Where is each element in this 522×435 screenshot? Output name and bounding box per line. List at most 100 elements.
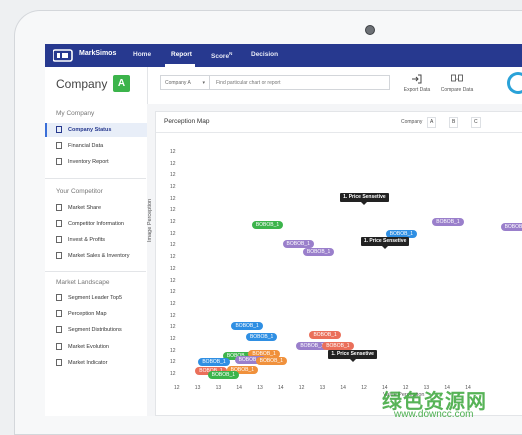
y-tick-label: 12	[170, 324, 176, 331]
sidebar-item-market-sales-inventory[interactable]: Market Sales & Inventory	[45, 249, 146, 263]
y-tick-label: 12	[170, 254, 176, 261]
toolbar: Company A ▾ Export Data vs Compare Data	[147, 67, 522, 105]
company-header: Company A	[45, 67, 148, 105]
sidebar-item-label: Perception Map	[68, 311, 107, 317]
x-tick-label: 13	[194, 385, 201, 391]
nav-report[interactable]: Report	[171, 51, 192, 58]
sidebar-item-label: Company Status	[68, 127, 112, 133]
export-data-button[interactable]: Export Data	[398, 72, 436, 100]
chevron-down-icon: ▾	[202, 80, 205, 86]
sidebar-item-market-evolution[interactable]: Market Evolution	[45, 340, 146, 354]
compare-data-button[interactable]: vs Compare Data	[438, 72, 476, 100]
svg-text:vs: vs	[456, 77, 460, 81]
perception-map-panel: Perception Map Company A B C Image Perce…	[147, 111, 522, 416]
scatter-plot: Image Perception Value Perception 12 12 12…	[147, 132, 522, 416]
sidebar-item-label: Market Share	[68, 205, 102, 211]
y-tick-label: 12	[170, 195, 176, 202]
document-icon	[56, 204, 62, 211]
sidebar-item-label: Financial Data	[68, 143, 104, 149]
data-point-chip[interactable]: BOBOB_1	[282, 239, 314, 248]
data-point-chip[interactable]: BOBOB_1	[309, 331, 341, 340]
data-point-chip[interactable]: BOBOB_1	[255, 357, 287, 366]
data-point-chip[interactable]: BOBOB_1	[322, 341, 354, 350]
nav-score-label: Score	[211, 53, 230, 61]
document-icon	[56, 359, 62, 366]
legend-item-c[interactable]: C	[471, 117, 481, 128]
data-point-chip[interactable]: BOBOB_1	[198, 358, 230, 367]
document-icon	[56, 252, 62, 259]
panel-header: Perception Map Company A B C	[156, 112, 522, 133]
app-screen: MarkSimos Home Report ScoreN Decision Co…	[45, 44, 522, 416]
document-icon	[56, 294, 62, 301]
y-tick-label: 12	[170, 335, 176, 342]
y-tick-label: 12	[170, 312, 176, 319]
x-tick-label: 12	[361, 385, 367, 391]
brand-logo-icon	[53, 49, 73, 62]
sidebar-item-label: Market Evolution	[68, 344, 109, 350]
y-tick-label: 12	[170, 277, 176, 284]
legend-item-b[interactable]: B	[449, 117, 459, 128]
sidebar-item-segment-leader-top5[interactable]: Segment Leader Top5	[45, 291, 146, 305]
data-point-chip[interactable]: BOBOB_1	[251, 221, 284, 230]
company-select-value: Company A	[165, 80, 191, 86]
y-tick-label: 12	[170, 172, 176, 179]
legend-item-label: B	[452, 119, 456, 125]
panel-title: Perception Map	[164, 118, 210, 125]
document-icon	[56, 158, 62, 165]
x-tick-label: 12	[174, 385, 180, 391]
x-tick-label: 12	[298, 385, 305, 391]
y-tick-label: 12	[170, 359, 176, 366]
compare-data-label: Compare Data	[440, 87, 474, 93]
data-point-chip[interactable]: BOBOB_1	[500, 222, 522, 231]
x-tick-label: 13	[319, 385, 326, 391]
document-icon	[56, 326, 62, 333]
chart-search-input[interactable]	[210, 75, 390, 90]
data-tooltip: 1. Price Sensetive	[328, 350, 377, 363]
sidebar-item-competitor-information[interactable]: Competitor Information	[45, 217, 146, 231]
y-tick-label: 12	[170, 149, 176, 155]
sidebar-item-perception-map[interactable]: Perception Map	[45, 307, 146, 321]
document-icon	[56, 220, 62, 227]
sidebar-item-invest-profits[interactable]: Invest & Profits	[45, 233, 146, 247]
sidebar-item-financial-data[interactable]: Financial Data	[45, 139, 146, 153]
sidebar-item-company-status[interactable]: Company Status	[45, 123, 148, 137]
compare-icon: vs	[451, 74, 463, 82]
y-tick-label: 12	[170, 219, 176, 226]
sidebar-divider	[45, 271, 146, 272]
y-tick-label: 12	[170, 184, 176, 191]
y-tick-label: 12	[170, 371, 176, 377]
y-tick-label: 12	[170, 207, 176, 214]
y-tick-label: 12	[170, 300, 176, 307]
top-nav: MarkSimos Home Report ScoreN Decision	[45, 44, 522, 67]
legend-item-a[interactable]: A	[427, 117, 437, 128]
x-tick-label: 13	[257, 385, 263, 391]
data-point-chip[interactable]: BOBOB_1	[245, 332, 278, 341]
data-point-chip[interactable]: BOBOB_1	[432, 217, 464, 226]
progress-ring	[507, 72, 522, 94]
data-point-chip[interactable]: BOBOB_1	[231, 322, 263, 331]
legend-item-label: A	[430, 119, 434, 125]
x-tick-label: 14	[278, 385, 284, 391]
y-tick-label: 12	[170, 160, 176, 167]
sidebar-item-label: Segment Distributions	[68, 327, 122, 333]
sidebar-item-segment-distributions[interactable]: Segment Distributions	[45, 323, 146, 337]
data-point-chip[interactable]: BOBOB_1	[207, 371, 240, 380]
watermark-url: www.downcc.com	[394, 409, 474, 420]
y-tick-label: 12	[170, 347, 176, 354]
section-title-your-competitor: Your Competitor	[56, 188, 103, 195]
sidebar-divider	[45, 178, 146, 179]
sidebar-item-market-share[interactable]: Market Share	[45, 201, 146, 215]
sidebar-item-market-indicator[interactable]: Market Indicator	[45, 356, 146, 370]
nav-score-badge: N	[229, 51, 233, 56]
nav-score[interactable]: ScoreN	[211, 51, 232, 60]
y-axis-title: Image Perception	[147, 198, 153, 242]
document-icon	[56, 310, 62, 317]
company-select[interactable]: Company A ▾	[160, 75, 210, 90]
camera-dot	[365, 25, 375, 35]
section-title-market-landscape: Market Landscape	[56, 279, 110, 286]
data-point-chip[interactable]: BOBOB_1	[302, 248, 335, 257]
nav-home[interactable]: Home	[133, 51, 151, 58]
nav-decision[interactable]: Decision	[251, 51, 278, 58]
sidebar-item-inventory-report[interactable]: Inventory Report	[45, 155, 146, 169]
document-icon	[56, 236, 62, 243]
